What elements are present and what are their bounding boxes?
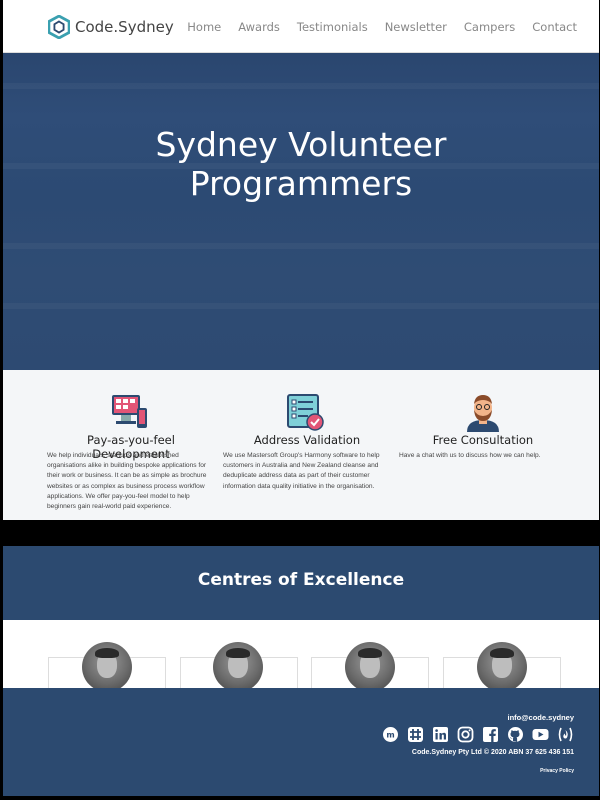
hero-title: Sydney Volunteer Programmers	[3, 125, 599, 204]
contact-email-link[interactable]: info@code.sydney	[508, 713, 575, 722]
main-nav: Home Awards Testimonials Newsletter Camp…	[170, 20, 577, 34]
nav-testimonials[interactable]: Testimonials	[297, 20, 368, 34]
service-title: Address Validation	[253, 433, 361, 447]
person-icon	[467, 395, 499, 432]
brand-logo[interactable]: Code.Sydney	[48, 15, 174, 39]
hexagon-logo-icon	[48, 15, 70, 39]
copyright-text: Code.Sydney Pty Ltd © 2020 ABN 37 625 43…	[411, 749, 574, 756]
avatar	[345, 642, 395, 688]
social-links: m	[374, 726, 574, 743]
hero-title-line-1: Sydney Volunteer	[155, 125, 447, 164]
freecodecamp-icon[interactable]	[557, 726, 574, 743]
slack-icon[interactable]	[407, 726, 424, 743]
svg-text:m: m	[386, 731, 394, 740]
nav-contact[interactable]: Contact	[532, 20, 577, 34]
avatar	[477, 642, 527, 688]
computer-devices-icon	[112, 395, 147, 428]
service-description: We use Mastersoft Group's Harmony softwa…	[223, 452, 380, 490]
youtube-icon[interactable]	[532, 726, 549, 743]
top-navbar: Code.Sydney Home Awards Testimonials New…	[3, 0, 599, 53]
instagram-icon[interactable]	[457, 726, 474, 743]
hero-banner: Sydney Volunteer Programmers	[3, 53, 599, 370]
service-title: Free Consultation	[432, 433, 534, 447]
bottom-border	[0, 796, 600, 800]
nav-home[interactable]: Home	[187, 20, 221, 34]
page: Code.Sydney Home Awards Testimonials New…	[3, 0, 599, 800]
nav-newsletter[interactable]: Newsletter	[385, 20, 447, 34]
site-footer: info@code.sydney m Code.Sydney Pty Ltd ©…	[3, 688, 599, 796]
privacy-policy-link[interactable]: Privacy Policy	[540, 768, 574, 774]
services-section: Pay-as-you-feel Development We help indi…	[3, 370, 599, 520]
centres-section: Centres of Excellence	[3, 546, 599, 620]
centres-cards	[3, 620, 599, 688]
avatar	[82, 642, 132, 688]
nav-campers[interactable]: Campers	[464, 20, 515, 34]
brand-name: Code.Sydney	[75, 18, 174, 36]
github-icon[interactable]	[507, 726, 524, 743]
linkedin-icon[interactable]	[432, 726, 449, 743]
section-divider	[3, 520, 599, 546]
service-description: Have a chat with us to discuss how we ca…	[399, 452, 541, 459]
centres-title: Centres of Excellence	[197, 570, 405, 590]
nav-awards[interactable]: Awards	[238, 20, 280, 34]
hero-title-line-2: Programmers	[189, 163, 413, 203]
checklist-icon	[287, 394, 324, 431]
meetup-icon[interactable]: m	[382, 726, 399, 743]
facebook-icon[interactable]	[482, 726, 499, 743]
service-description: We help individuals, startups and establ…	[47, 452, 207, 511]
avatar	[213, 642, 263, 688]
